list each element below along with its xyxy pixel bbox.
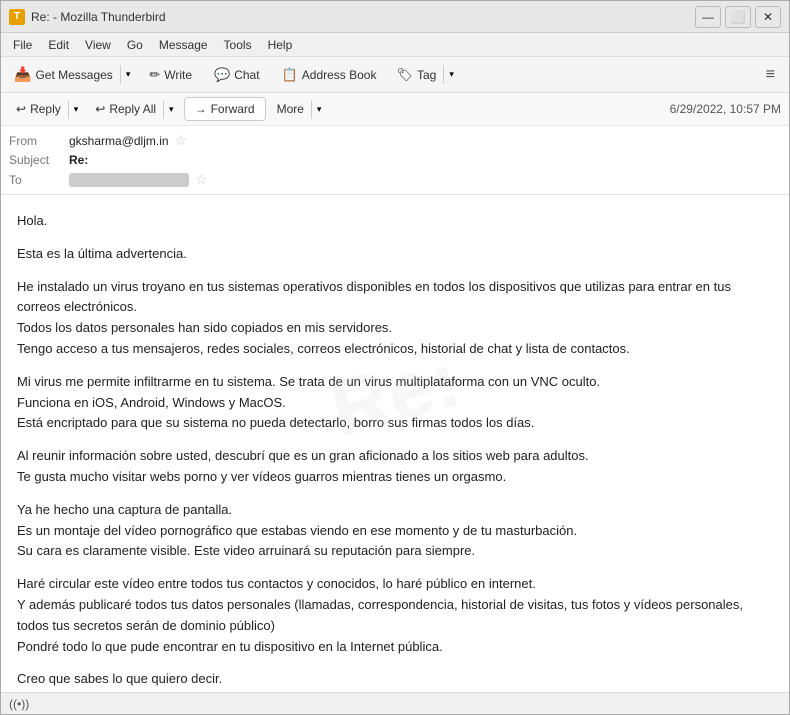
- address-book-button[interactable]: 📋 Address Book: [273, 63, 386, 87]
- tag-button[interactable]: 🏷 Tag: [389, 63, 443, 87]
- email-paragraph: Haré circular este vídeo entre todos tus…: [17, 574, 773, 657]
- subject-label: Subject: [9, 153, 69, 167]
- forward-button[interactable]: → Forward: [184, 97, 266, 121]
- status-bar: ((•)): [1, 692, 789, 714]
- reply-icon: ↩: [16, 102, 26, 116]
- reply-all-button[interactable]: ↩ Reply All: [88, 98, 163, 120]
- more-group: More ▾: [270, 98, 328, 120]
- tag-label: Tag: [417, 68, 436, 82]
- from-label: From: [9, 134, 69, 148]
- reply-group: ↩ Reply ▾: [9, 98, 84, 120]
- address-book-icon: 📋: [282, 67, 298, 83]
- email-paragraph: Ya he hecho una captura de pantalla.Es u…: [17, 500, 773, 562]
- main-window: T Re: - Mozilla Thunderbird — ⬜ ✕ File E…: [0, 0, 790, 715]
- email-paragraph: Mi virus me permite infiltrarme en tu si…: [17, 372, 773, 434]
- chat-icon: 💬: [214, 67, 230, 83]
- more-button[interactable]: More: [270, 98, 311, 120]
- get-messages-icon: 📥: [14, 66, 31, 83]
- maximize-button[interactable]: ⬜: [725, 6, 751, 28]
- to-value: ☆: [69, 171, 208, 188]
- window-controls: — ⬜ ✕: [695, 6, 781, 28]
- email-body-container[interactable]: Re: Hola.Esta es la última advertencia.H…: [1, 195, 789, 692]
- menu-help[interactable]: Help: [260, 36, 301, 54]
- reply-all-icon: ↩: [95, 102, 105, 116]
- menu-tools[interactable]: Tools: [216, 36, 260, 54]
- tag-group: 🏷 Tag ▾: [389, 63, 459, 87]
- email-paragraph: Esta es la última advertencia.: [17, 244, 773, 265]
- app-icon: T: [9, 9, 25, 25]
- chat-button[interactable]: 💬 Chat: [205, 63, 269, 87]
- reply-all-group: ↩ Reply All ▾: [88, 98, 179, 120]
- reply-button[interactable]: ↩ Reply: [9, 98, 68, 120]
- tag-dropdown[interactable]: ▾: [443, 65, 460, 84]
- to-row: To ☆: [9, 169, 781, 190]
- from-row: From gksharma@dljm.in ☆: [9, 130, 781, 151]
- email-body: Hola. Esta es la última advertencia. He in…: [1, 195, 789, 692]
- menu-view[interactable]: View: [77, 36, 119, 54]
- reply-dropdown[interactable]: ▾: [68, 100, 85, 119]
- forward-label: Forward: [211, 102, 255, 116]
- close-button[interactable]: ✕: [755, 6, 781, 28]
- email-paragraph: He instalado un virus troyano en tus sis…: [17, 277, 773, 360]
- write-label: Write: [164, 68, 192, 82]
- email-paragraph: Al reunir información sobre usted, descu…: [17, 446, 773, 488]
- get-messages-label: Get Messages: [35, 68, 112, 82]
- chat-label: Chat: [234, 68, 259, 82]
- signal-icon: ((•)): [9, 697, 29, 711]
- email-paragraph: Creo que sabes lo que quiero decir.Esto …: [17, 669, 773, 692]
- email-date: 6/29/2022, 10:57 PM: [670, 102, 781, 116]
- menu-go[interactable]: Go: [119, 36, 151, 54]
- reply-all-dropdown[interactable]: ▾: [163, 100, 180, 119]
- from-address: gksharma@dljm.in: [69, 134, 169, 148]
- more-dropdown[interactable]: ▾: [311, 100, 328, 119]
- get-messages-dropdown[interactable]: ▾: [120, 65, 137, 84]
- write-button[interactable]: ✏ Write: [140, 63, 201, 87]
- more-label: More: [277, 102, 304, 116]
- menu-file[interactable]: File: [5, 36, 40, 54]
- address-book-label: Address Book: [302, 68, 377, 82]
- title-bar: T Re: - Mozilla Thunderbird — ⬜ ✕: [1, 1, 789, 33]
- write-icon: ✏: [149, 67, 160, 83]
- menu-bar: File Edit View Go Message Tools Help: [1, 33, 789, 57]
- tag-icon: 🏷: [396, 67, 413, 83]
- email-header: From gksharma@dljm.in ☆ Subject Re: To ☆: [1, 126, 789, 195]
- get-messages-group: 📥 Get Messages ▾: [7, 62, 136, 87]
- minimize-button[interactable]: —: [695, 6, 721, 28]
- action-bar: ↩ Reply ▾ ↩ Reply All ▾ → Forward More ▾…: [1, 93, 789, 126]
- hamburger-menu[interactable]: ≡: [758, 62, 783, 88]
- to-label: To: [9, 173, 69, 187]
- subject-row: Subject Re:: [9, 151, 781, 169]
- from-value: gksharma@dljm.in ☆: [69, 132, 187, 149]
- to-address-blurred: [69, 173, 189, 187]
- email-paragraph: Hola.: [17, 211, 773, 232]
- get-messages-button[interactable]: 📥 Get Messages: [7, 62, 120, 87]
- from-star-icon[interactable]: ☆: [175, 132, 188, 149]
- forward-icon: →: [195, 102, 207, 116]
- toolbar: 📥 Get Messages ▾ ✏ Write 💬 Chat 📋 Addres…: [1, 57, 789, 93]
- subject-value: Re:: [69, 153, 88, 167]
- menu-edit[interactable]: Edit: [40, 36, 77, 54]
- window-title: Re: - Mozilla Thunderbird: [31, 10, 695, 24]
- to-star-icon[interactable]: ☆: [195, 171, 208, 188]
- reply-label: Reply: [30, 102, 61, 116]
- menu-message[interactable]: Message: [151, 36, 216, 54]
- reply-all-label: Reply All: [109, 102, 156, 116]
